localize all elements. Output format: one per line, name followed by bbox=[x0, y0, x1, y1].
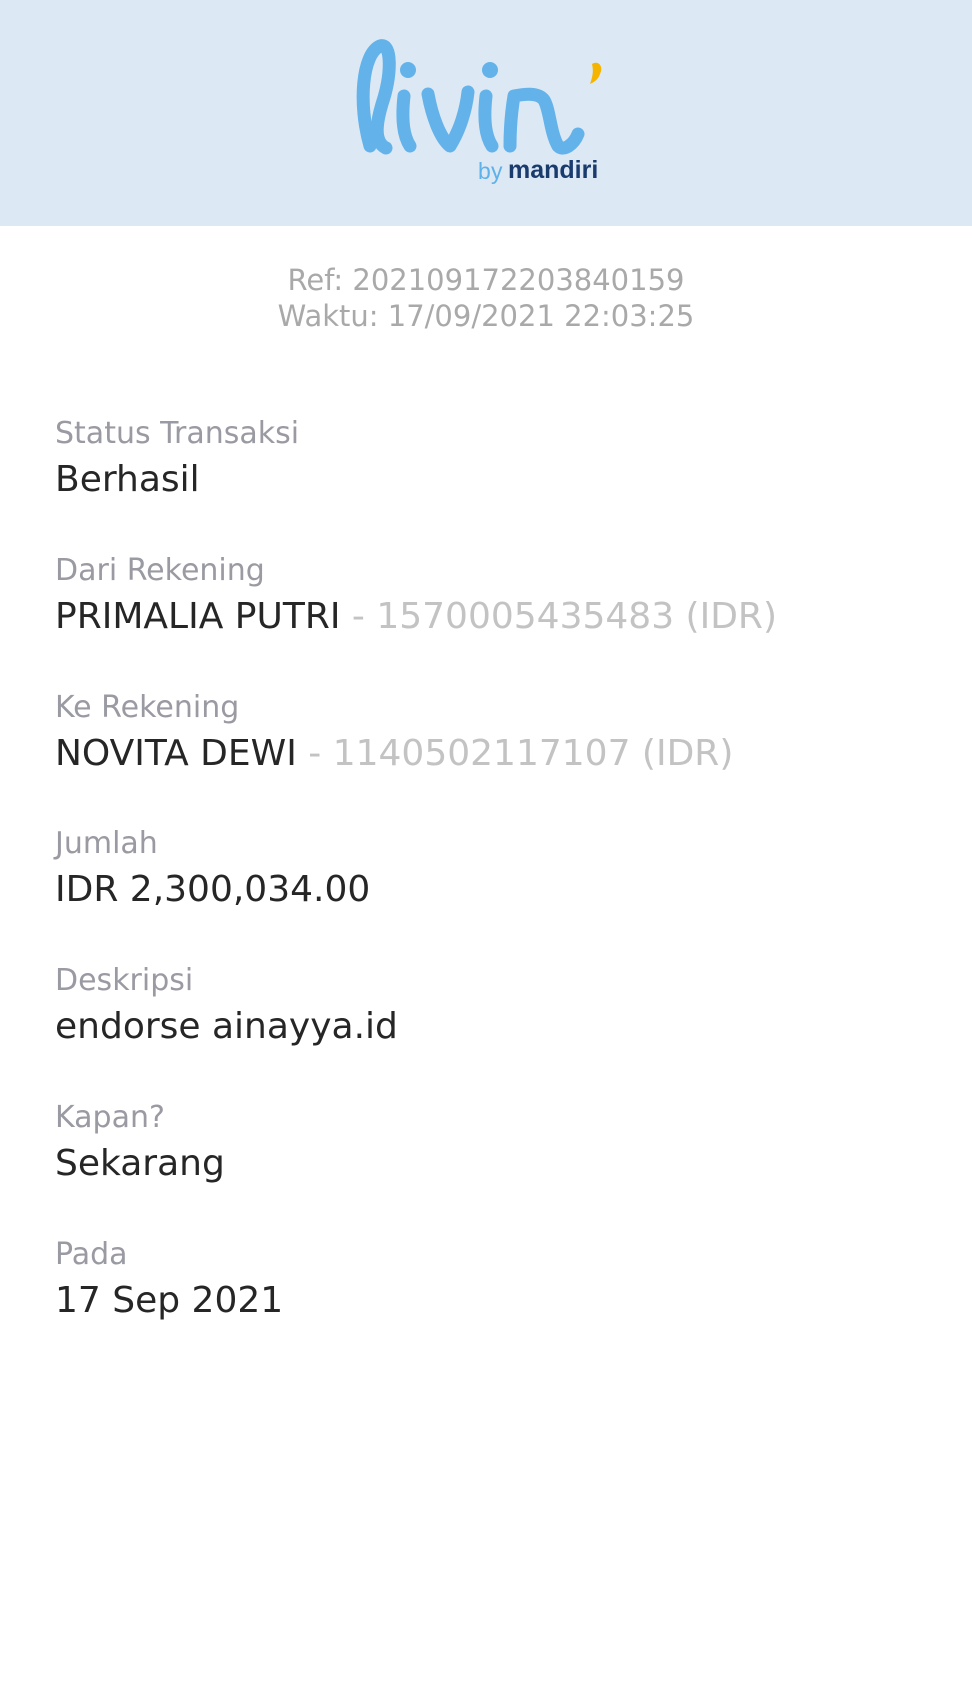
from-account-field: Dari Rekening PRIMALIA PUTRI - 157000543… bbox=[55, 551, 935, 641]
from-account-separator: - bbox=[340, 596, 377, 637]
date-field: Pada 17 Sep 2021 bbox=[55, 1235, 935, 1325]
from-account-value: PRIMALIA PUTRI - 1570005435483 (IDR) bbox=[55, 593, 935, 641]
to-account-value: NOVITA DEWI - 1140502117107 (IDR) bbox=[55, 730, 935, 778]
logo-brand-text: mandiri bbox=[508, 156, 599, 184]
date-value: 17 Sep 2021 bbox=[55, 1280, 284, 1321]
transaction-time: Waktu: 17/09/2021 22:03:25 bbox=[277, 299, 695, 333]
date-label: Pada bbox=[55, 1237, 128, 1272]
status-value: Berhasil bbox=[55, 459, 200, 500]
amount-field: Jumlah IDR 2,300,034.00 bbox=[55, 824, 935, 914]
transaction-meta: Ref: 202109172203840159 Waktu: 17/09/202… bbox=[0, 262, 972, 334]
amount-label: Jumlah bbox=[55, 826, 158, 861]
description-field: Deskripsi endorse ainayya.id bbox=[55, 961, 935, 1051]
to-account-field: Ke Rekening NOVITA DEWI - 1140502117107 … bbox=[55, 688, 935, 778]
when-value: Sekarang bbox=[55, 1143, 225, 1184]
to-account-label: Ke Rekening bbox=[55, 690, 240, 725]
when-field: Kapan? Sekarang bbox=[55, 1098, 935, 1188]
from-account-name: PRIMALIA PUTRI bbox=[55, 596, 341, 637]
when-label: Kapan? bbox=[55, 1100, 165, 1135]
description-value: endorse ainayya.id bbox=[55, 1006, 398, 1047]
amount-value: IDR 2,300,034.00 bbox=[55, 869, 371, 910]
description-label: Deskripsi bbox=[55, 963, 194, 998]
to-account-name: NOVITA DEWI bbox=[55, 733, 297, 774]
status-field: Status Transaksi Berhasil bbox=[55, 414, 935, 504]
status-label: Status Transaksi bbox=[55, 416, 300, 451]
reference-number: Ref: 202109172203840159 bbox=[287, 263, 685, 297]
logo-by-text: by bbox=[478, 158, 503, 184]
from-account-number: 1570005435483 (IDR) bbox=[376, 596, 777, 637]
to-account-number: 1140502117107 (IDR) bbox=[332, 733, 734, 774]
to-account-separator: - bbox=[296, 733, 333, 774]
livin-logo: by mandiri bbox=[352, 34, 622, 194]
from-account-label: Dari Rekening bbox=[55, 553, 265, 588]
app-header: by mandiri bbox=[0, 0, 972, 226]
